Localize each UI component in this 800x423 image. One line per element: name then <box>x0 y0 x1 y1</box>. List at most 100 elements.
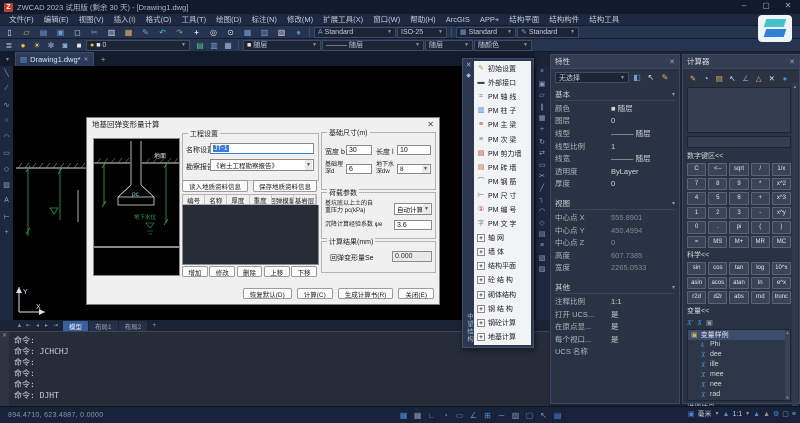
calculator-key[interactable]: x^2 <box>772 178 791 191</box>
palette-item[interactable]: + 轴 网 <box>475 231 530 245</box>
dialog-title-bar[interactable]: 地基回弹变形量计算 ✕ <box>87 118 439 131</box>
modify-tool-icon[interactable]: ╱ <box>540 184 544 193</box>
calculator-key[interactable]: 2 <box>708 207 727 220</box>
auto-annotation-icon[interactable]: ▲ <box>763 411 770 418</box>
calculator-key[interactable]: ( <box>751 221 770 234</box>
menu-item[interactable]: 绘图(D) <box>211 14 246 25</box>
read-geology-button[interactable]: 读入地质资料信息 <box>182 180 248 192</box>
units-dropdown-icon[interactable]: ▼ <box>715 411 720 417</box>
palette-item[interactable]: ⊢ PM 尺 寸 <box>475 189 530 203</box>
calculator-key[interactable]: d2r <box>708 291 727 304</box>
dim-style-dropdown[interactable]: ISO-25▼ <box>397 27 447 38</box>
layer-dropdown[interactable]: ● ■ 0▼ <box>86 40 190 51</box>
menu-item[interactable]: 结构工具 <box>584 14 624 25</box>
layout-tab[interactable]: 布局2 <box>119 321 148 331</box>
copy-icon[interactable]: ▥ <box>105 27 118 38</box>
tree-scrollbar[interactable]: ▲▼ <box>785 330 790 400</box>
properties-panel-header[interactable]: 特性 ✕ <box>551 55 679 69</box>
lineweight-display-icon[interactable]: ─ <box>496 409 507 421</box>
calculator-key[interactable]: atan <box>729 277 748 290</box>
calculator-key[interactable]: ) <box>772 221 791 234</box>
palette-item[interactable]: 字 PM 文 字 <box>475 217 530 231</box>
layout-nav-icon[interactable]: ⇤ <box>24 322 33 329</box>
get-coordinates-icon[interactable]: ↖ <box>726 72 738 85</box>
document-tab-close-icon[interactable]: ✕ <box>84 56 89 63</box>
save-icon[interactable]: ▤ <box>37 27 50 38</box>
make-layer-current-icon[interactable]: ▤ <box>194 40 206 51</box>
dynamic-input-icon[interactable]: ⊞ <box>482 409 493 421</box>
save-geology-button[interactable]: 保存地质资料信息 <box>253 180 317 192</box>
palette-item[interactable]: ① PM 编 号 <box>475 203 530 217</box>
property-row[interactable]: 图层 0 <box>555 115 675 128</box>
draw-tool-icon[interactable]: ⊢ <box>3 213 9 223</box>
open-icon[interactable]: ▱ <box>20 27 33 38</box>
layout-nav-icon[interactable]: ▸ <box>42 322 51 329</box>
hamburger-menu-icon[interactable]: ≡ <box>792 411 796 418</box>
palette-item[interactable]: ▤ PM 剪力墙 <box>475 147 530 161</box>
calculator-key[interactable]: . <box>708 221 727 234</box>
property-row[interactable]: UCS 名称 <box>555 346 675 359</box>
menu-item[interactable]: 标注(N) <box>247 14 282 25</box>
modify-tool-icon[interactable]: ▣ <box>539 80 546 89</box>
calculator-key[interactable]: 1 <box>687 207 706 220</box>
calculator-key[interactable]: MR <box>751 236 770 249</box>
menu-item[interactable]: ArcGIS <box>441 15 475 24</box>
calculator-key[interactable]: cos <box>708 262 727 275</box>
calculator-panel-header[interactable]: 计算器 ✕ <box>683 55 799 69</box>
zoom-window-icon[interactable]: ⊙ <box>224 27 237 38</box>
menu-item[interactable]: 插入(I) <box>109 14 141 25</box>
menu-item[interactable]: 帮助(H) <box>405 14 440 25</box>
calculator-key[interactable]: sin <box>687 262 706 275</box>
variable-row[interactable]: X ille <box>688 360 790 370</box>
calculator-key[interactable]: log <box>751 262 770 275</box>
polar-tracking-icon[interactable]: ◔ <box>440 409 451 421</box>
section-header[interactable]: 视图▾ <box>555 197 675 210</box>
property-row[interactable]: 在原点显... 是 <box>555 320 675 333</box>
calculator-key[interactable]: abs <box>729 291 748 304</box>
calculator-key[interactable]: 10^x <box>772 262 791 275</box>
modify-tool-icon[interactable]: × <box>540 68 544 77</box>
menu-item[interactable]: 结构构件 <box>544 14 584 25</box>
layer-sun-icon[interactable]: ☀ <box>31 40 43 51</box>
workspace-pointer-icon[interactable]: ↖ <box>538 409 549 421</box>
layer-properties-icon[interactable]: ≣ <box>3 40 15 51</box>
property-row[interactable]: 中心点 Z 0 <box>555 236 675 249</box>
soil-table-column-header[interactable]: 重度 <box>250 195 272 204</box>
modify-tool-icon[interactable]: ≡ <box>540 242 544 251</box>
calculator-key[interactable]: M+ <box>729 236 748 249</box>
dialog-close-icon[interactable]: ✕ <box>427 120 434 129</box>
modify-tool-icon[interactable]: ∥ <box>540 103 544 112</box>
menu-item[interactable]: 窗口(W) <box>368 14 405 25</box>
layout-tab[interactable]: 布局1 <box>89 321 118 331</box>
image-icon[interactable]: ▧ <box>275 27 288 38</box>
measure-distance-icon[interactable]: ∠ <box>740 72 752 85</box>
document-tab[interactable]: ▤ Drawing1.dwg* ✕ <box>15 52 94 66</box>
soil-table-column-header[interactable]: 基岩层 <box>294 195 316 204</box>
new-icon[interactable]: ▯ <box>3 27 16 38</box>
calculator-key[interactable]: - <box>751 207 770 220</box>
calculator-key[interactable]: ln <box>751 277 770 290</box>
new-document-tab-button[interactable]: + <box>97 54 110 65</box>
layer-previous-icon[interactable]: ▥ <box>208 40 220 51</box>
name-input[interactable]: JT-1 <box>210 143 314 154</box>
calculator-key[interactable]: 0 <box>687 221 706 234</box>
selection-dropdown[interactable]: 无选择▼ <box>555 72 629 83</box>
soil-table-column-header[interactable]: 厚度 <box>227 195 249 204</box>
calculator-key[interactable]: 1/x <box>772 163 791 176</box>
soil-table-column-header[interactable]: 名称 <box>205 195 227 204</box>
property-row[interactable]: 透明度 ByLayer <box>555 165 675 178</box>
width-input[interactable]: 30 <box>346 145 372 155</box>
psi-input[interactable]: 3.6 <box>394 220 432 230</box>
calculator-key[interactable]: 4 <box>687 192 706 205</box>
calculator-key[interactable]: sqrt <box>729 163 748 176</box>
menu-item[interactable]: APP+ <box>475 15 504 24</box>
property-row[interactable]: 线型比例 1 <box>555 140 675 153</box>
otrack-icon[interactable]: ∠ <box>468 409 479 421</box>
modify-tool-icon[interactable]: ✂ <box>539 172 545 181</box>
color-dropdown[interactable]: ■ 随层▼ <box>243 40 321 51</box>
text-style-dropdown[interactable]: A Standard▼ <box>314 27 396 38</box>
palette-item[interactable]: ✎ 初始设置 <box>475 62 530 76</box>
property-row[interactable]: 宽度 2265.0533 <box>555 262 675 275</box>
variable-row[interactable]: X mee <box>688 370 790 380</box>
modify-tool-icon[interactable]: + <box>540 126 544 135</box>
